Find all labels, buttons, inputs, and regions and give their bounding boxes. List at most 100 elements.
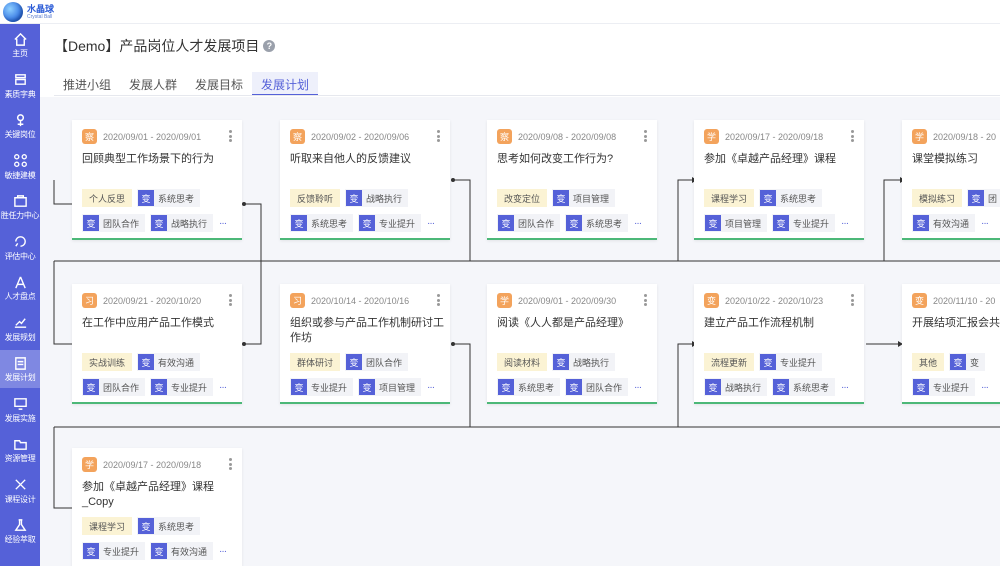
- modeling-icon: [12, 153, 28, 169]
- more-vertical-icon[interactable]: [851, 294, 854, 306]
- plan-card[interactable]: 变 2020/10/22 - 2020/10/23 建立产品工作流程机制 流程更新变专…: [694, 284, 864, 404]
- sidebar-item-course-design[interactable]: 课程设计: [0, 472, 40, 510]
- development-plan-icon: [12, 315, 28, 331]
- sidebar-item-home[interactable]: 主页: [0, 26, 40, 64]
- more-chips-ellipsis[interactable]: ···: [634, 218, 642, 229]
- more-chips-ellipsis[interactable]: ···: [841, 382, 849, 393]
- connector-line: [883, 179, 900, 261]
- more-vertical-icon[interactable]: [229, 458, 232, 470]
- plan-canvas: 察 2020/09/01 - 2020/09/01 回顾典型工作场景下的行为 个人反思…: [40, 97, 1000, 566]
- more-vertical-icon[interactable]: [437, 130, 440, 142]
- activity-method-tag: 反馈聆听: [290, 189, 341, 207]
- card-header: 变 2020/11/10 - 20: [912, 293, 995, 308]
- competency-chip-label: 变: [970, 357, 980, 368]
- sidebar-item-plan[interactable]: 发展计划: [0, 350, 40, 388]
- tab-divider: [54, 95, 1000, 96]
- competency-icon: 变: [83, 379, 99, 395]
- brand-logo[interactable]: 水晶球 Crystal Ball: [3, 1, 54, 23]
- tab-development-plan[interactable]: 发展计划: [252, 72, 319, 96]
- plan-card[interactable]: 察 2020/09/01 - 2020/09/01 回顾典型工作场景下的行为 个人反思…: [72, 120, 242, 240]
- activity-type-badge: 学: [912, 129, 927, 144]
- more-chips-ellipsis[interactable]: ···: [427, 218, 435, 229]
- card-header: 察 2020/09/01 - 2020/09/01: [82, 129, 201, 144]
- tab-development-goals[interactable]: 发展目标: [186, 72, 252, 96]
- plan-card[interactable]: 习 2020/10/14 - 2020/10/16 组织或参与产品工作机制研讨工作坊…: [280, 284, 450, 404]
- sidebar-item-talent-review[interactable]: 人才盘点: [0, 269, 40, 307]
- connector-dot: [242, 202, 246, 206]
- card-title: 听取来自他人的反馈建议: [290, 153, 411, 165]
- sidebar-item-modeling[interactable]: 敏捷建模: [0, 148, 40, 186]
- competency-chip: 变有效沟通: [912, 214, 976, 232]
- implementation-icon: [12, 396, 28, 412]
- plan-card[interactable]: 学 2020/09/17 - 2020/09/18 参加《卓越产品经理》课程_Cop…: [72, 448, 242, 566]
- card-header: 学 2020/09/17 - 2020/09/18: [704, 129, 823, 144]
- sidebar-item-competency[interactable]: 胜任力中心: [0, 188, 40, 226]
- card-date-range: 2020/09/08 - 2020/09/08: [518, 131, 617, 142]
- competency-chip: 变专业提升: [759, 353, 823, 371]
- more-chips-ellipsis[interactable]: ···: [634, 382, 642, 393]
- card-tags-row: 群体研讨变团队合作: [290, 353, 413, 371]
- card-chips-row: 变团队合作变专业提升 ···: [82, 378, 227, 396]
- sidebar-item-label: 主页: [12, 49, 28, 58]
- sidebar-item-resource[interactable]: 资源管理: [0, 431, 40, 469]
- more-vertical-icon[interactable]: [229, 294, 232, 306]
- plan-card[interactable]: 习 2020/09/21 - 2020/10/20 在工作中应用产品工作模式 实战训练…: [72, 284, 242, 404]
- plan-card[interactable]: 察 2020/09/02 - 2020/09/06 听取来自他人的反馈建议 反馈聆听变…: [280, 120, 450, 240]
- connector-line: [244, 261, 262, 345]
- card-chips-row: 变有效沟通 ···: [912, 214, 989, 232]
- competency-chip-label: 团队合作: [518, 218, 555, 229]
- sidebar-item-development-plan[interactable]: 发展规划: [0, 310, 40, 348]
- plan-card[interactable]: 变2020/11/10 - 20开展结项汇报会共识果其他变变变专业提升···: [902, 284, 1000, 404]
- competency-icon: 变: [151, 215, 168, 231]
- sidebar-item-implementation[interactable]: 发展实施: [0, 391, 40, 429]
- plan-card[interactable]: 察 2020/09/08 - 2020/09/08 思考如何改变工作行为? 改变定位变…: [487, 120, 657, 240]
- more-vertical-icon[interactable]: [644, 130, 647, 142]
- sidebar-item-assessment[interactable]: 评估中心: [0, 229, 40, 267]
- sidebar-item-label: 人才盘点: [4, 292, 36, 301]
- competency-chip: 变系统思考: [497, 378, 561, 396]
- competency-icon: 变: [773, 379, 790, 395]
- sidebar-item-key-position[interactable]: 关键岗位: [0, 107, 40, 145]
- card-chips-row: 变项目管理变专业提升 ···: [704, 214, 849, 232]
- more-vertical-icon[interactable]: [229, 130, 232, 142]
- plan-card[interactable]: 学 2020/09/17 - 2020/09/18 参加《卓越产品经理》课程课程学习…: [694, 120, 864, 240]
- connector-line: [53, 180, 72, 205]
- sidebar-item-label: 发展实施: [4, 413, 36, 423]
- more-chips-ellipsis[interactable]: ···: [219, 382, 227, 393]
- card-title: 参加《卓越产品经理》课程: [704, 153, 836, 165]
- sidebar-item-dictionary[interactable]: 素质字典: [0, 67, 40, 105]
- activity-type-badge: 习: [82, 293, 97, 308]
- card-date-range: 2020/09/02 - 2020/09/06: [311, 131, 410, 142]
- competency-chip-label: 系统思考: [311, 218, 348, 229]
- tab-target-group[interactable]: 发展人群: [120, 72, 186, 96]
- sidebar-item-experience[interactable]: 经验萃取: [0, 512, 40, 550]
- tab-promotion-group[interactable]: 推进小组: [54, 72, 120, 96]
- more-vertical-icon[interactable]: [644, 294, 647, 306]
- more-vertical-icon[interactable]: [437, 294, 440, 306]
- competency-chip: 变系统思考: [772, 378, 836, 396]
- competency-chip-label: 团队合作: [103, 218, 140, 229]
- card-date-range: 2020/09/21 - 2020/10/20: [103, 295, 202, 306]
- more-chips-ellipsis[interactable]: ···: [219, 218, 227, 229]
- competency-chip: 变有效沟通: [150, 542, 214, 560]
- competency-icon: [12, 193, 28, 209]
- more-chips-ellipsis[interactable]: ···: [219, 546, 227, 557]
- competency-chip-label: 系统思考: [518, 382, 555, 393]
- activity-method-tag: 课程学习: [704, 189, 755, 207]
- more-chips-ellipsis[interactable]: ···: [981, 382, 989, 393]
- help-icon[interactable]: ?: [263, 40, 276, 52]
- more-chips-ellipsis[interactable]: ···: [981, 218, 989, 229]
- more-chips-ellipsis[interactable]: ···: [841, 218, 849, 229]
- card-date-range: 2020/09/01 - 2020/09/30: [518, 295, 617, 306]
- competency-icon: 变: [138, 518, 155, 534]
- activity-type-badge: 学: [497, 293, 512, 308]
- competency-chip: 变专业提升: [150, 378, 214, 396]
- main-content: 【Demo】产品岗位人才发展项目 ? 推进小组 发展人群 发展目标 发展计划 察…: [40, 24, 1000, 566]
- more-chips-ellipsis[interactable]: ···: [427, 382, 435, 393]
- competency-icon: 变: [773, 215, 790, 231]
- plan-card[interactable]: 学 2020/09/01 - 2020/09/30 阅读《人人都是产品经理》 阅读材料…: [487, 284, 657, 404]
- plan-card[interactable]: 学 2020/09/18 - 20 课堂模拟练习 模拟练习变团变有效沟通 ···: [902, 120, 1000, 240]
- more-vertical-icon[interactable]: [851, 130, 854, 142]
- competency-chip-label: 专业提升: [780, 357, 817, 368]
- sidebar-item-label: 关键岗位: [4, 130, 36, 139]
